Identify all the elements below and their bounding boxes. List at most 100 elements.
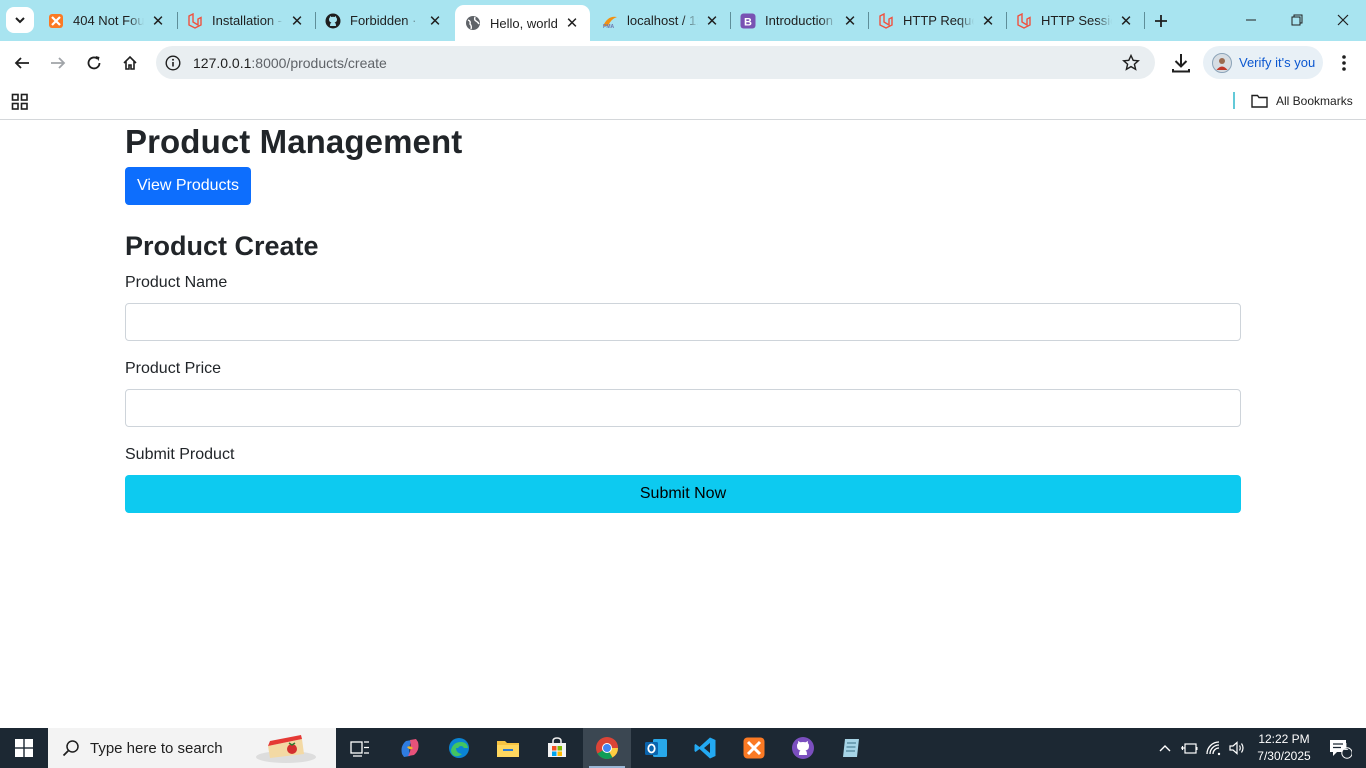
taskbar-clock[interactable]: 12:22 PM 7/30/2025 — [1254, 731, 1314, 765]
tab-title: localhost / 127.0.0.1 — [627, 13, 698, 28]
back-button[interactable] — [7, 48, 37, 78]
taskbar-store[interactable] — [533, 728, 581, 768]
outlook-icon — [645, 739, 667, 757]
browser-tab[interactable]: PMA localhost / 127.0.0.1 ✕ — [592, 4, 730, 37]
page-content: Product Management View Products Product… — [0, 121, 1366, 728]
apps-grid-icon[interactable] — [11, 93, 29, 111]
task-view-icon — [350, 741, 369, 757]
laravel-icon — [187, 12, 203, 29]
start-button[interactable] — [0, 728, 48, 768]
reload-icon — [87, 56, 101, 70]
star-icon[interactable] — [1121, 53, 1141, 73]
xampp-icon — [48, 13, 64, 29]
taskbar-outlook[interactable] — [632, 728, 680, 768]
browser-menu-button[interactable] — [1332, 50, 1356, 76]
browser-tab[interactable]: HTTP Requests - Laravel ✕ — [868, 4, 1006, 37]
new-tab-button[interactable] — [1148, 8, 1174, 34]
show-hidden-icons-button[interactable] — [1155, 728, 1175, 768]
github-icon — [325, 13, 341, 29]
browser-toolbar: 127.0.0.1:8000/products/create Verify it… — [0, 41, 1366, 85]
home-icon — [123, 55, 137, 70]
more-vertical-icon — [1342, 55, 1346, 71]
notification-count: 1 — [1343, 742, 1349, 753]
xampp-icon — [743, 737, 765, 759]
chrome-icon — [596, 737, 618, 759]
forward-button[interactable] — [43, 48, 73, 78]
taskbar-search-box[interactable]: Type here to search — [48, 728, 336, 768]
copilot-icon — [401, 739, 419, 757]
restore-button[interactable] — [1274, 0, 1320, 40]
taskbar-copilot[interactable] — [386, 728, 434, 768]
close-icon — [1337, 14, 1349, 26]
minimize-button[interactable] — [1228, 0, 1274, 40]
tab-search-button[interactable] — [6, 7, 34, 33]
close-window-button[interactable] — [1320, 0, 1366, 40]
submit-now-button[interactable]: Submit Now — [125, 475, 1241, 513]
windows-taskbar: Type here to search 12:22 PM 7/30/2025 1 — [0, 728, 1366, 768]
form-title: Product Create — [125, 231, 319, 261]
page-title: Product Management — [125, 123, 463, 160]
url-path: :8000/products/create — [251, 54, 387, 71]
close-icon[interactable]: ✕ — [978, 11, 998, 31]
submit-product-label: Submit Product — [125, 446, 235, 463]
svg-text:PMA: PMA — [603, 24, 615, 29]
close-icon[interactable]: ✕ — [562, 13, 582, 33]
taskbar-file-explorer[interactable] — [484, 728, 532, 768]
browser-tab-strip: 404 Not Found ✕ Installation - Laravel ✕… — [0, 0, 1366, 41]
taskbar-xampp[interactable] — [730, 728, 778, 768]
taskbar-chrome[interactable] — [583, 728, 631, 768]
taskbar-notepad[interactable] — [828, 728, 876, 768]
task-view-button[interactable] — [336, 728, 384, 768]
volume-control[interactable] — [1227, 728, 1247, 768]
search-icon — [62, 740, 79, 757]
clock-date: 7/30/2025 — [1257, 749, 1311, 763]
reload-button[interactable] — [79, 48, 109, 78]
search-placeholder: Type here to search — [90, 739, 223, 757]
product-price-input[interactable] — [125, 389, 1241, 427]
all-bookmarks-button[interactable]: All Bookmarks — [1251, 91, 1353, 111]
notification-center-button[interactable]: 1 — [1320, 728, 1360, 768]
browser-tab[interactable]: 404 Not Found ✕ — [38, 4, 176, 37]
folder-icon — [1251, 94, 1268, 108]
browser-tab[interactable]: HTTP Session - Laravel ✕ — [1006, 4, 1144, 37]
taskbar-github-desktop[interactable] — [779, 728, 827, 768]
cheesecake-icon — [256, 735, 316, 763]
bootstrap-icon: B — [740, 13, 756, 29]
arrow-right-icon — [51, 57, 66, 69]
product-price-label: Product Price — [125, 360, 222, 377]
tab-title: Forbidden · GitHub — [350, 13, 421, 28]
taskbar-edge[interactable] — [435, 728, 483, 768]
address-bar[interactable]: 127.0.0.1:8000/products/create — [156, 46, 1155, 79]
browser-tab-active[interactable]: Hello, world! ✕ — [455, 5, 590, 41]
url-text: 127.0.0.1:8000/products/create — [193, 55, 387, 71]
verify-profile-button[interactable]: Verify it's you — [1203, 46, 1323, 79]
close-icon[interactable]: ✕ — [148, 11, 168, 31]
home-button[interactable] — [115, 48, 145, 78]
speaker-icon — [1229, 741, 1244, 755]
close-icon[interactable]: ✕ — [287, 11, 307, 31]
browser-tab[interactable]: Installation - Laravel ✕ — [177, 4, 315, 37]
browser-tab[interactable]: Forbidden · GitHub ✕ — [315, 4, 453, 37]
close-icon[interactable]: ✕ — [425, 11, 445, 31]
close-icon[interactable]: ✕ — [840, 11, 860, 31]
product-name-input[interactable] — [125, 303, 1241, 341]
globe-icon — [465, 15, 481, 31]
view-products-button[interactable]: View Products — [125, 167, 251, 205]
verify-label: Verify it's you — [1239, 55, 1316, 70]
minimize-icon — [1246, 19, 1256, 21]
taskbar-vscode[interactable] — [681, 728, 729, 768]
all-bookmarks-label: All Bookmarks — [1276, 94, 1353, 108]
tab-title: HTTP Session - Laravel — [1041, 13, 1112, 28]
chevron-up-icon — [1159, 745, 1171, 752]
restore-icon — [1291, 14, 1303, 26]
github-icon — [792, 737, 814, 759]
browser-tab[interactable]: B Introduction · Bootstrap ✕ — [730, 4, 868, 37]
close-icon[interactable]: ✕ — [1116, 11, 1136, 31]
battery-status[interactable] — [1179, 728, 1199, 768]
download-icon[interactable] — [1168, 50, 1194, 76]
info-icon[interactable] — [165, 54, 181, 71]
vscode-icon — [694, 737, 716, 759]
network-status[interactable] — [1203, 728, 1225, 768]
profile-avatar-icon — [1216, 57, 1228, 70]
close-icon[interactable]: ✕ — [702, 11, 722, 31]
